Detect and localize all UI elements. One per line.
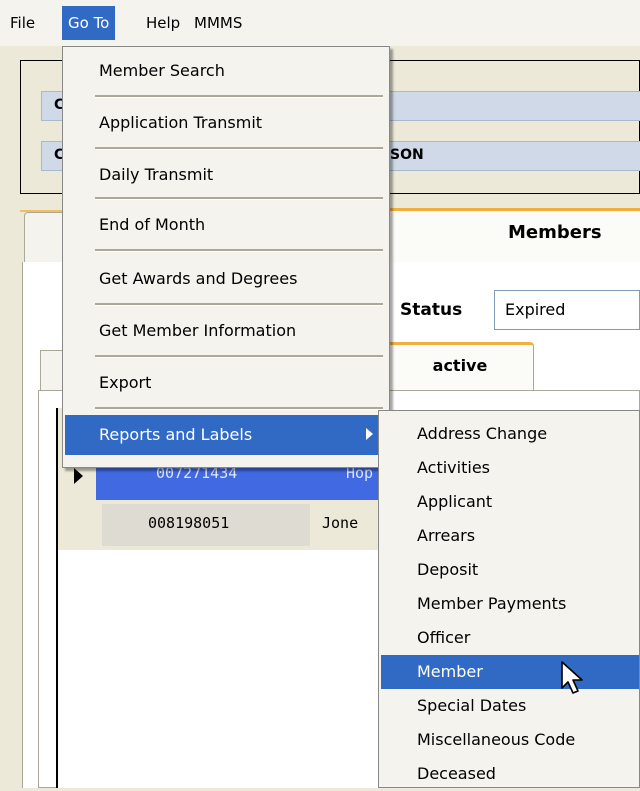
menu-bar: File Go To Help MMMS xyxy=(0,0,640,46)
menu-item-application-transmit[interactable]: Application Transmit xyxy=(65,103,387,143)
table-row[interactable]: 008198051 Jone xyxy=(100,504,400,546)
menu-item-get-awards-and-degrees[interactable]: Get Awards and Degrees xyxy=(65,259,387,299)
grid-empty-area xyxy=(58,550,386,788)
member-id-cell: 008198051 xyxy=(148,514,230,532)
menu-item-reports-and-labels[interactable]: Reports and Labels xyxy=(65,415,387,455)
submenu-arrow-icon xyxy=(366,428,373,440)
goto-dropdown-menu: Member Search Application Transmit Daily… xyxy=(62,46,390,468)
menu-separator xyxy=(95,303,383,306)
submenu-item-activities[interactable]: Activities xyxy=(381,451,639,485)
mouse-pointer-icon xyxy=(561,661,583,694)
submenu-item-officer[interactable]: Officer xyxy=(381,621,639,655)
menu-separator xyxy=(95,249,383,252)
status-field[interactable]: Expired xyxy=(494,290,640,330)
header-field-2-value: SON xyxy=(390,147,424,163)
submenu-item-arrears[interactable]: Arrears xyxy=(381,519,639,553)
submenu-item-deceased[interactable]: Deceased xyxy=(381,757,639,791)
submenu-item-member[interactable]: Member xyxy=(381,655,639,689)
inactive-tab-label: active xyxy=(432,356,488,375)
menu-item-get-member-information[interactable]: Get Member Information xyxy=(65,311,387,351)
menu-separator xyxy=(95,355,383,358)
submenu-item-applicant[interactable]: Applicant xyxy=(381,485,639,519)
menu-goto[interactable]: Go To xyxy=(62,6,116,40)
reports-submenu: Address Change Activities Applicant Arre… xyxy=(378,410,640,788)
submenu-item-member-payments[interactable]: Member Payments xyxy=(381,587,639,621)
submenu-item-address-change[interactable]: Address Change xyxy=(381,417,639,451)
menu-item-daily-transmit[interactable]: Daily Transmit xyxy=(65,155,387,195)
menu-separator xyxy=(95,95,383,98)
menu-separator xyxy=(95,197,383,200)
member-name-cell: Jone xyxy=(322,514,359,532)
menu-help[interactable]: Help xyxy=(140,6,186,40)
menu-item-member-search[interactable]: Member Search xyxy=(65,51,387,91)
menu-mmms[interactable]: MMMS xyxy=(188,6,248,40)
members-tab-title: Members xyxy=(508,222,602,243)
submenu-item-deposit[interactable]: Deposit xyxy=(381,553,639,587)
submenu-item-miscellaneous-code[interactable]: Miscellaneous Code xyxy=(381,723,639,757)
menu-file[interactable]: File xyxy=(4,6,41,40)
status-label: Status xyxy=(400,300,463,320)
menu-separator xyxy=(95,407,383,410)
row-selector-arrow-icon xyxy=(74,468,83,484)
menu-item-export[interactable]: Export xyxy=(65,363,387,403)
menu-separator xyxy=(95,147,383,150)
submenu-item-special-dates[interactable]: Special Dates xyxy=(381,689,639,723)
menu-item-end-of-month[interactable]: End of Month xyxy=(65,205,387,245)
